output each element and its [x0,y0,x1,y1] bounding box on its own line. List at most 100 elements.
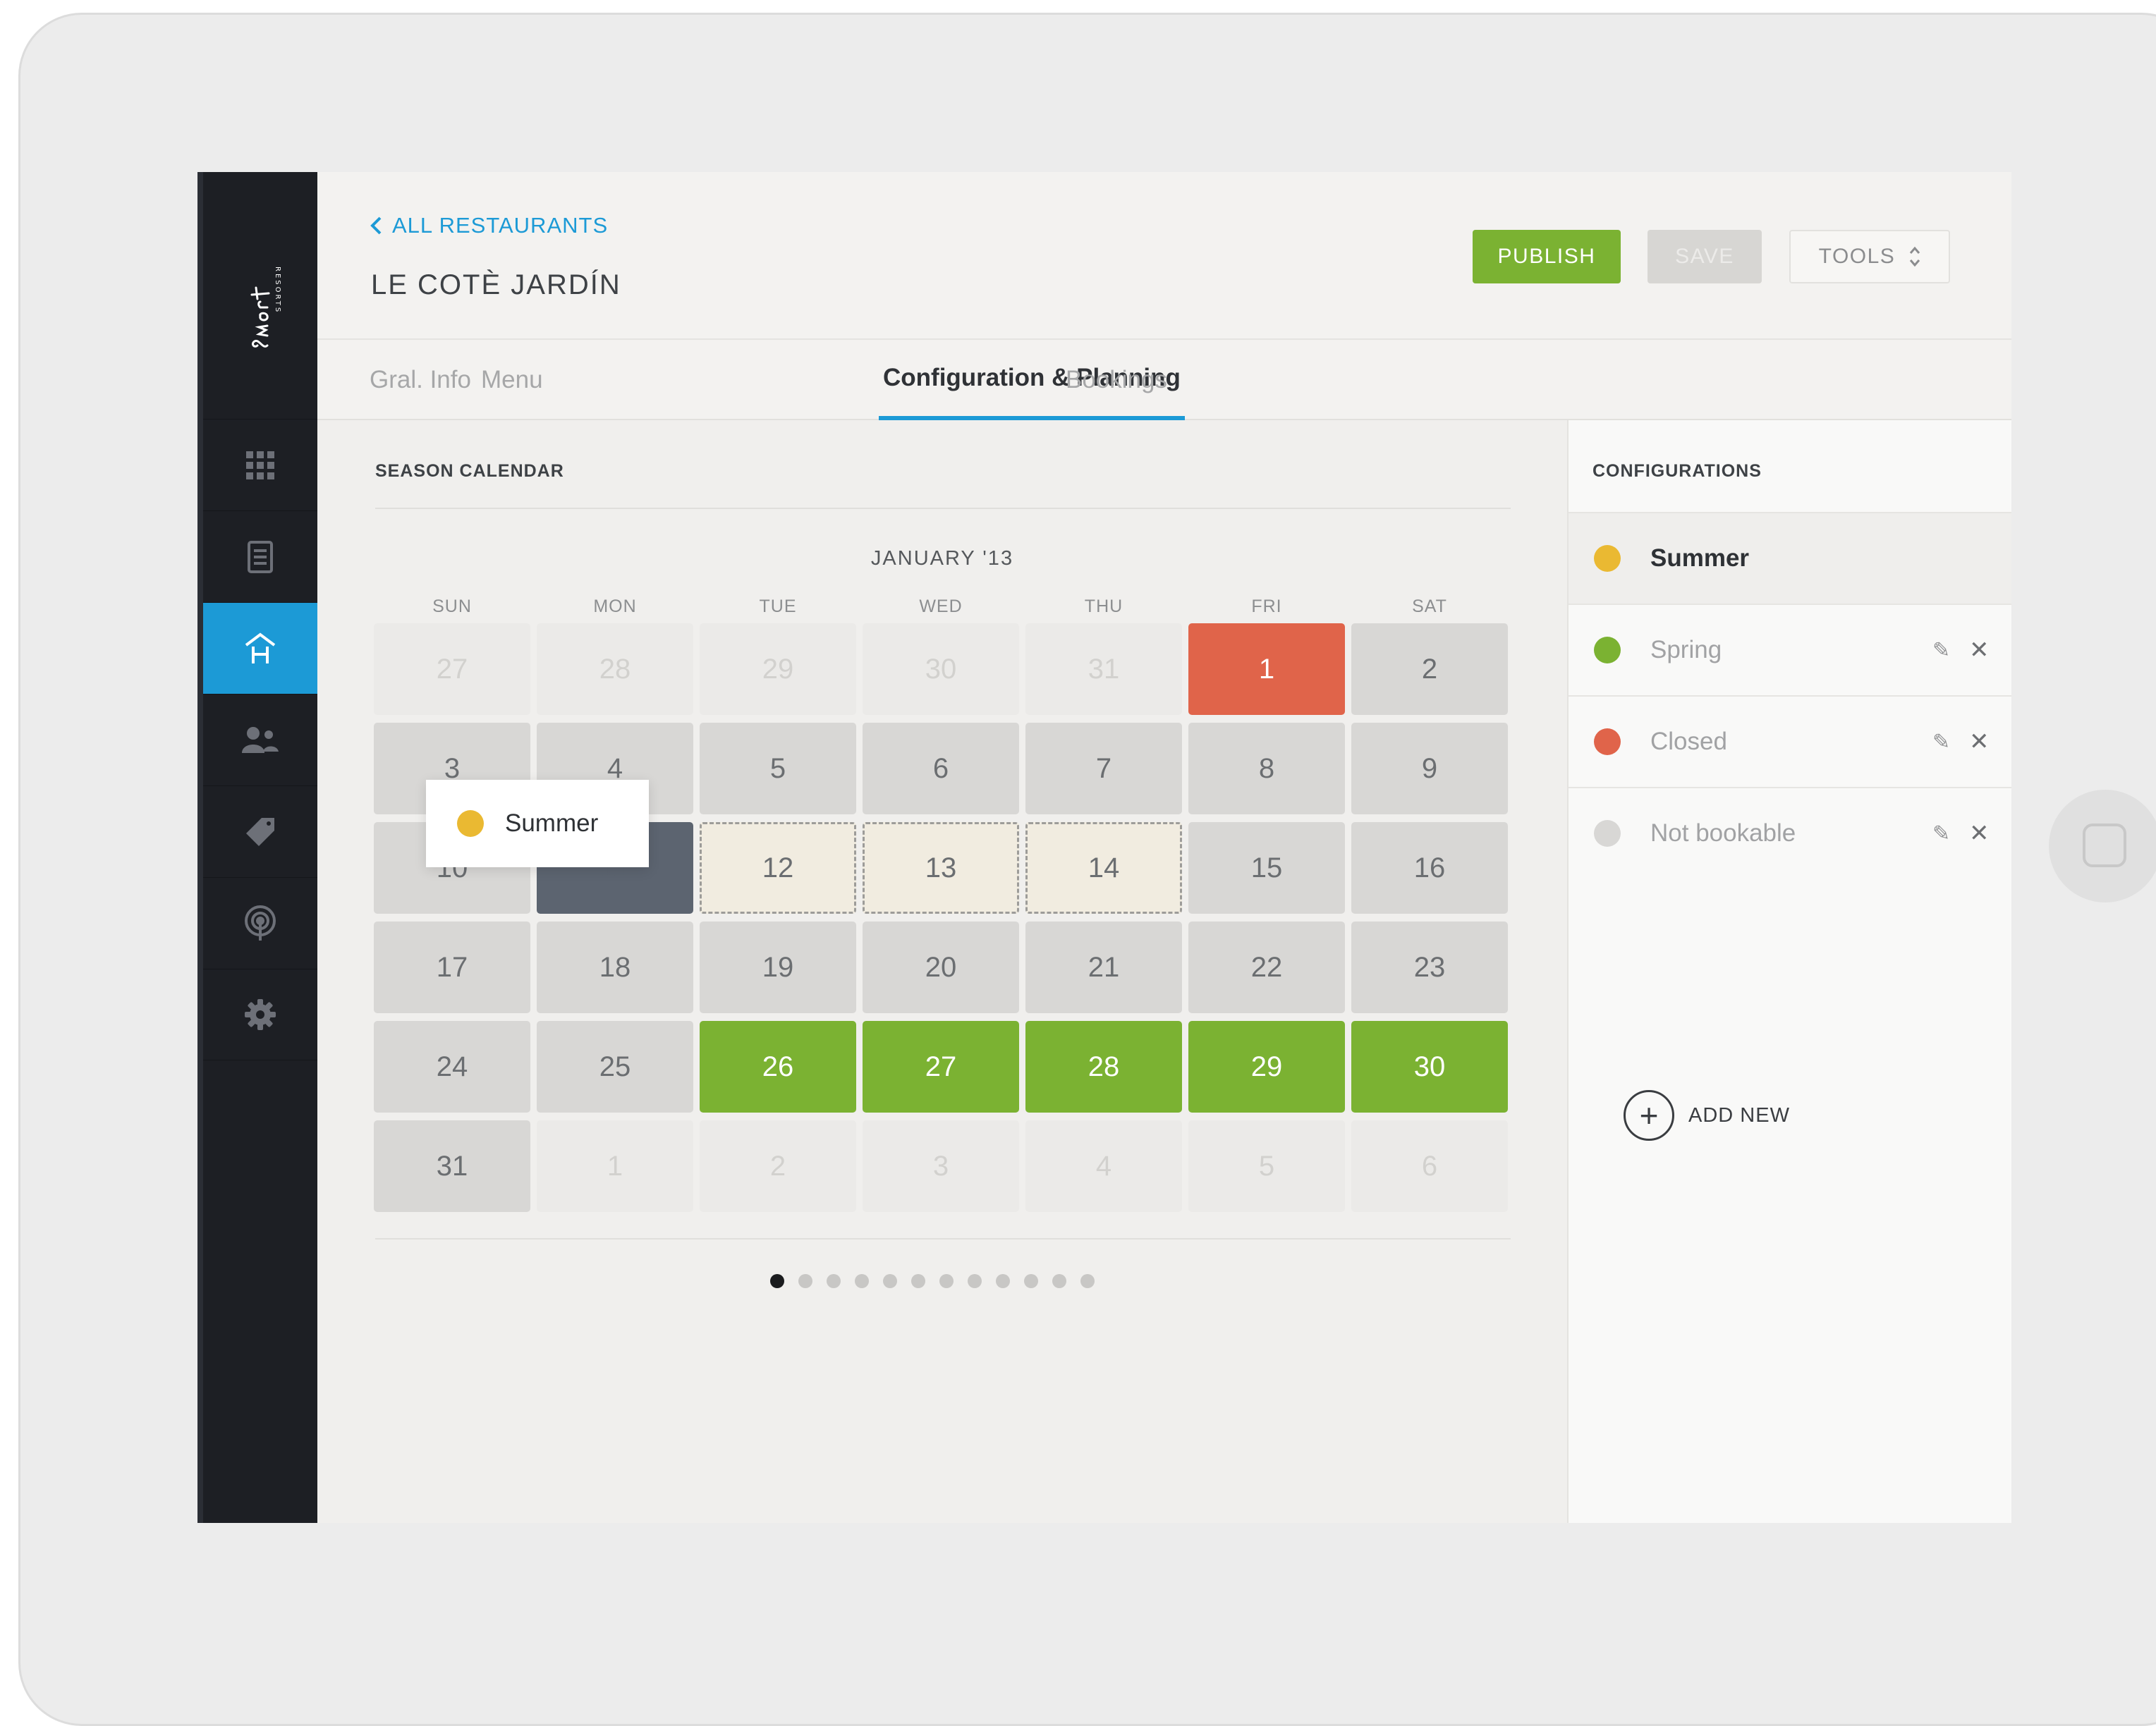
back-to-restaurants-link[interactable]: ALL RESTAURANTS [370,213,608,238]
save-button[interactable]: SAVE [1648,230,1762,283]
tab-menu[interactable]: Menu [481,340,543,420]
sidebar-item-settings[interactable] [203,969,317,1060]
calendar-day[interactable]: 8 [1188,723,1345,814]
calendar-day[interactable]: 18 [537,922,693,1013]
sort-arrows-icon [1910,246,1920,267]
calendar-day[interactable]: 28 [1025,1021,1182,1113]
pagination-dot[interactable] [1052,1274,1066,1288]
configuration-item[interactable]: Not bookable ✎ ✕ [1569,787,2011,879]
sidebar-item-broadcast[interactable] [203,877,317,969]
calendar-day[interactable]: 19 [700,922,856,1013]
calendar-day[interactable]: 15 [1188,822,1345,914]
tab-general-info[interactable]: Gral. Info [370,340,471,420]
sidebar-item-tags[interactable] [203,785,317,877]
add-new-configuration-button[interactable]: + ADD NEW [1624,1090,1790,1141]
weekday-label: THU [1084,596,1123,616]
calendar-day[interactable]: 29 [1188,1021,1345,1113]
calendar-day[interactable]: 26 [700,1021,856,1113]
sidebar: RESORTS [197,172,317,1523]
calendar-day[interactable]: 27 [374,623,530,715]
calendar-day[interactable]: 14 [1025,822,1182,914]
pagination-dot[interactable] [911,1274,925,1288]
configuration-item[interactable]: Closed ✎ ✕ [1569,695,2011,787]
calendar-day[interactable]: 1 [1188,623,1345,715]
restaurant-home-icon [245,632,276,663]
calendar-day[interactable]: 20 [863,922,1019,1013]
calendar-day[interactable]: 3 [863,1120,1019,1212]
gear-icon [245,999,276,1030]
color-swatch [1594,545,1621,572]
chevron-left-icon [370,216,382,235]
calendar-day[interactable]: 29 [700,623,856,715]
pagination-dot[interactable] [1024,1274,1038,1288]
pagination-dot[interactable] [798,1274,812,1288]
tools-dropdown[interactable]: TOOLS [1789,230,1950,283]
calendar-day[interactable]: 9 [1351,723,1508,814]
calendar-day[interactable]: 30 [863,623,1019,715]
calendar-day[interactable]: 25 [537,1021,693,1113]
grid-icon [246,451,274,479]
sidebar-item-dashboard[interactable] [203,419,317,510]
pagination-dot[interactable] [939,1274,954,1288]
calendar-day[interactable]: 6 [863,723,1019,814]
weekday-header: SUN MON TUE WED THU FRI SAT [374,596,1511,625]
pencil-icon[interactable]: ✎ [1932,638,1950,663]
pagination-dot[interactable] [968,1274,982,1288]
calendar-day[interactable]: 16 [1351,822,1508,914]
sidebar-item-restaurants[interactable] [203,602,317,694]
tab-bar: Gral. Info Menu Configuration & Planning… [317,340,2011,420]
calendar-day[interactable]: 22 [1188,922,1345,1013]
calendar-day[interactable]: 31 [374,1120,530,1212]
sidebar-item-documents[interactable] [203,510,317,602]
configuration-item[interactable]: Summer [1569,512,2011,604]
calendar-day[interactable]: 12 [700,822,856,914]
tooltip-swatch [457,810,484,837]
calendar-day[interactable]: 5 [1188,1120,1345,1212]
calendar-day[interactable]: 1 [537,1120,693,1212]
calendar-day[interactable]: 27 [863,1021,1019,1113]
tab-bookings[interactable]: Bookings [1066,340,1167,420]
calendar-day[interactable]: 31 [1025,623,1182,715]
smart-resorts-logo[interactable]: RESORTS [203,172,317,419]
page-header: ALL RESTAURANTS LE COTÈ JARDÍN PUBLISH S… [317,172,2011,340]
pagination-dot[interactable] [855,1274,869,1288]
pagination-dot[interactable] [996,1274,1010,1288]
calendar-day[interactable]: 28 [537,623,693,715]
pencil-icon[interactable]: ✎ [1932,821,1950,846]
pagination-dot[interactable] [883,1274,897,1288]
pagination-dot[interactable] [1080,1274,1095,1288]
weekday-label: WED [919,596,963,616]
calendar-day[interactable]: 6 [1351,1120,1508,1212]
publish-button[interactable]: PUBLISH [1473,230,1621,283]
calendar-day[interactable]: 4 [1025,1120,1182,1212]
configurations-title: CONFIGURATIONS [1592,461,1762,481]
season-calendar-panel: SEASON CALENDAR JANUARY '13 SUN MON TUE WED… [317,420,1567,1523]
calendar-day[interactable]: 13 [863,822,1019,914]
configuration-label: Closed [1650,728,1727,755]
home-button[interactable] [2049,790,2156,902]
configuration-item[interactable]: Spring ✎ ✕ [1569,604,2011,695]
calendar-month-label: JANUARY '13 [870,547,1014,570]
pencil-icon[interactable]: ✎ [1932,730,1950,754]
users-icon [242,726,279,753]
close-icon[interactable]: ✕ [1969,728,1990,756]
calendar-day[interactable]: 2 [700,1120,856,1212]
close-icon[interactable]: ✕ [1969,819,1990,847]
pagination-dot[interactable] [827,1274,841,1288]
calendar-day[interactable]: 7 [1025,723,1182,814]
svg-text:RESORTS: RESORTS [274,267,281,314]
calendar-day[interactable]: 2 [1351,623,1508,715]
calendar-day[interactable]: 17 [374,922,530,1013]
weekday-label: TUE [759,596,797,616]
configuration-label: Spring [1650,636,1722,663]
calendar-day[interactable]: 21 [1025,922,1182,1013]
weekday-label: FRI [1251,596,1282,616]
calendar-day[interactable]: 24 [374,1021,530,1113]
calendar-day[interactable]: 5 [700,723,856,814]
calendar-day[interactable]: 23 [1351,922,1508,1013]
pagination-dot[interactable] [770,1274,784,1288]
calendar-day[interactable]: 30 [1351,1021,1508,1113]
sidebar-item-users[interactable] [203,694,317,785]
close-icon[interactable]: ✕ [1969,636,1990,664]
color-swatch [1594,820,1621,847]
